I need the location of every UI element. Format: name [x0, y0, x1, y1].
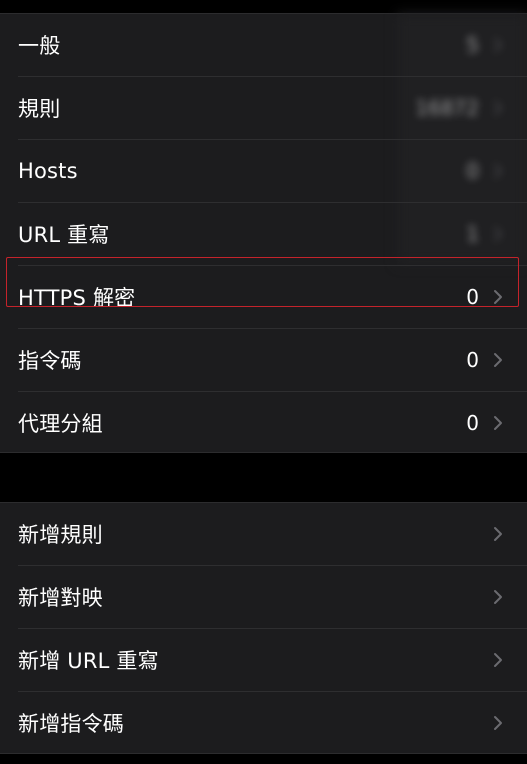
chevron-right-icon	[491, 629, 505, 691]
row-proxy-groups[interactable]: 代理分組 0	[0, 392, 527, 455]
row-general[interactable]: 一般 5	[0, 14, 527, 77]
chevron-right-icon	[491, 392, 505, 454]
settings-screen: 一般 5 規則 16872 Hosts 0 URL 重寫 1 HTTPS 解密 …	[0, 0, 527, 764]
chevron-right-icon	[491, 77, 505, 139]
row-add-script[interactable]: 新增指令碼	[0, 692, 527, 755]
row-scripts[interactable]: 指令碼 0	[0, 329, 527, 392]
row-add-mapping[interactable]: 新增對映	[0, 566, 527, 629]
row-label: 新增 URL 重寫	[18, 649, 159, 673]
row-hosts[interactable]: Hosts 0	[0, 140, 527, 203]
add-actions-group: 新增規則 新增對映 新增 URL 重寫 新增指令碼	[0, 502, 527, 754]
row-label: 新增對映	[18, 586, 103, 610]
row-count: 0	[466, 411, 479, 435]
row-add-url-rewrite[interactable]: 新增 URL 重寫	[0, 629, 527, 692]
chevron-right-icon	[491, 566, 505, 628]
row-count: 5	[466, 33, 479, 57]
row-label: 代理分組	[18, 412, 103, 436]
row-url-rewrite[interactable]: URL 重寫 1	[0, 203, 527, 266]
chevron-right-icon	[491, 203, 505, 265]
chevron-right-icon	[491, 329, 505, 391]
row-count: 1	[466, 222, 479, 246]
chevron-right-icon	[491, 140, 505, 202]
config-settings-group: 一般 5 規則 16872 Hosts 0 URL 重寫 1 HTTPS 解密 …	[0, 13, 527, 453]
row-label: HTTPS 解密	[18, 286, 136, 310]
chevron-right-icon	[491, 692, 505, 754]
chevron-right-icon	[491, 503, 505, 565]
row-label: 新增指令碼	[18, 712, 124, 736]
chevron-right-icon	[491, 266, 505, 328]
row-https-decryption[interactable]: HTTPS 解密 0	[0, 266, 527, 329]
row-count: 16872	[415, 96, 479, 120]
row-count: 0	[466, 285, 479, 309]
row-label: 指令碼	[18, 349, 82, 373]
row-add-rule[interactable]: 新增規則	[0, 503, 527, 566]
row-label: Hosts	[18, 159, 78, 183]
row-count: 0	[466, 348, 479, 372]
row-label: 一般	[18, 34, 61, 58]
row-rules[interactable]: 規則 16872	[0, 77, 527, 140]
chevron-right-icon	[491, 14, 505, 76]
row-count: 0	[466, 159, 479, 183]
row-label: 規則	[18, 97, 61, 121]
row-label: 新增規則	[18, 523, 103, 547]
row-label: URL 重寫	[18, 223, 110, 247]
